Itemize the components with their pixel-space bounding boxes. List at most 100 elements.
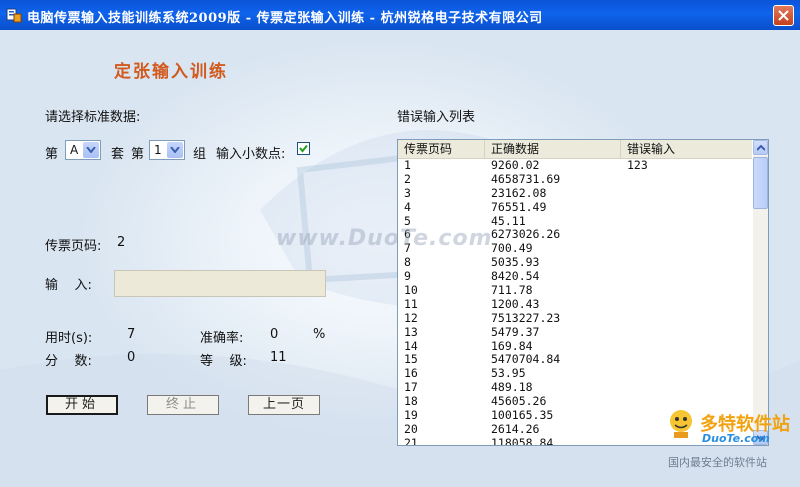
table-row[interactable]: 9 8420.54 xyxy=(398,269,752,284)
cell-page: 3 xyxy=(404,185,411,200)
cell-page: 19 xyxy=(404,408,418,423)
group-suffix-label: 组 xyxy=(193,147,207,162)
scroll-thumb[interactable] xyxy=(753,157,768,209)
time-label: 用时(s): xyxy=(45,331,93,346)
input-label: 输 入: xyxy=(45,278,92,293)
table-row[interactable]: 20 2614.26 xyxy=(398,421,752,437)
error-list-title: 错误输入列表 xyxy=(397,110,476,125)
cell-correct: 7513227.23 xyxy=(491,310,561,325)
table-row[interactable]: 10 711.78 xyxy=(398,283,752,298)
cell-page: 11 xyxy=(404,296,418,311)
mascot-icon xyxy=(670,410,692,438)
cell-correct: 6273026.26 xyxy=(491,227,561,242)
cell-page: 16 xyxy=(404,366,418,381)
cell-correct: 711.78 xyxy=(491,283,533,298)
cell-page: 4 xyxy=(404,199,411,214)
watermark-slogan: 国内最安全的软件站 xyxy=(668,456,767,469)
group-select-value: 1 xyxy=(154,143,162,157)
stop-button[interactable]: 终止 xyxy=(147,395,219,415)
set-select[interactable]: A xyxy=(65,140,101,160)
app-window: 电脑传票输入技能训练系统2009版 - 传票定张输入训练 - 杭州锐格电子技术有… xyxy=(0,0,800,487)
table-row[interactable]: 1 9260.02 123 xyxy=(398,158,752,173)
cell-correct: 5479.37 xyxy=(491,324,540,339)
table-row[interactable]: 12 7513227.23 xyxy=(398,310,752,326)
decimal-checkbox[interactable] xyxy=(297,142,310,155)
watermark-center: www.DuoTe.com xyxy=(276,226,493,251)
prev-page-button[interactable]: 上一页 xyxy=(248,395,320,415)
table-row[interactable]: 13 5479.37 xyxy=(398,324,752,340)
chevron-down-icon xyxy=(86,147,96,153)
cell-correct: 100165.35 xyxy=(491,408,554,423)
cell-page: 18 xyxy=(404,394,418,409)
ticket-page-label: 传票页码: xyxy=(45,239,102,254)
time-value: 7 xyxy=(127,327,136,342)
cell-page: 20 xyxy=(404,421,418,436)
table-row[interactable]: 8 5035.93 xyxy=(398,255,752,270)
table-row[interactable]: 19 100165.35 xyxy=(398,408,752,423)
cell-correct: 45605.26 xyxy=(491,394,547,409)
table-row[interactable]: 14 169.84 xyxy=(398,338,752,354)
cell-correct: 53.95 xyxy=(491,366,526,381)
scroll-up-button[interactable] xyxy=(753,140,768,155)
cell-correct: 5035.93 xyxy=(491,255,540,270)
client-area: 定张输入训练 请选择标准数据: 第 A 套 第 1 组 输入小数点: 传票页码:… xyxy=(0,30,800,487)
table-row[interactable]: 15 5470704.84 xyxy=(398,353,752,367)
cell-page: 13 xyxy=(404,324,418,339)
cell-page: 14 xyxy=(404,338,418,353)
cell-correct: 1200.43 xyxy=(491,296,540,311)
cell-page: 9 xyxy=(404,269,411,284)
table-row[interactable]: 4 76551.49 xyxy=(398,199,752,215)
cell-correct: 5470704.84 xyxy=(491,352,561,367)
decimal-label: 输入小数点: xyxy=(216,147,286,162)
score-value: 0 xyxy=(127,350,136,365)
title-bar[interactable]: 电脑传票输入技能训练系统2009版 - 传票定张输入训练 - 杭州锐格电子技术有… xyxy=(0,0,800,30)
cell-correct: 8420.54 xyxy=(491,269,540,284)
table-row[interactable]: 16 53.95 xyxy=(398,366,752,381)
cell-correct: 45.11 xyxy=(491,213,526,228)
cell-correct: 169.84 xyxy=(491,338,533,353)
cell-correct: 489.18 xyxy=(491,380,533,395)
chevron-up-icon xyxy=(757,145,765,151)
table-row[interactable]: 21 118058.84 xyxy=(398,435,752,446)
column-header-page[interactable]: 传票页码 xyxy=(398,140,485,158)
cell-correct: 118058.84 xyxy=(491,435,554,446)
close-icon xyxy=(778,10,789,21)
training-heading: 定张输入训练 xyxy=(114,62,228,82)
set-select-dropdown-button[interactable] xyxy=(83,142,99,158)
number-input[interactable] xyxy=(114,270,326,297)
select-data-label: 请选择标准数据: xyxy=(45,110,141,125)
table-row[interactable]: 2 4658731.69 xyxy=(398,171,752,187)
cell-page: 1 xyxy=(404,158,411,172)
error-list-header: 传票页码 正确数据 错误输入 xyxy=(398,140,752,159)
column-header-wrong[interactable]: 错误输入 xyxy=(621,140,752,158)
score-label: 分 数: xyxy=(45,354,92,369)
table-row[interactable]: 17 489.18 xyxy=(398,380,752,395)
table-row[interactable]: 18 45605.26 xyxy=(398,394,752,409)
close-button[interactable] xyxy=(773,5,794,26)
set-suffix-label: 套 xyxy=(111,147,125,162)
set-select-value: A xyxy=(70,143,79,157)
group-select-dropdown-button[interactable] xyxy=(167,142,183,158)
cell-page: 15 xyxy=(404,352,418,367)
column-header-correct[interactable]: 正确数据 xyxy=(485,140,621,158)
table-row[interactable]: 3 23162.08 xyxy=(398,185,752,201)
error-list[interactable]: 传票页码 正确数据 错误输入 1 9260.02 123 2 4658731.69 3 23… xyxy=(397,139,769,446)
error-list-scrollbar[interactable] xyxy=(753,140,768,445)
cell-correct: 4658731.69 xyxy=(491,171,561,186)
level-value: 11 xyxy=(270,350,287,365)
cell-page: 12 xyxy=(404,310,418,325)
cell-correct: 2614.26 xyxy=(491,421,540,436)
window-title: 电脑传票输入技能训练系统2009版 - 传票定张输入训练 - 杭州锐格电子技术有… xyxy=(27,11,543,26)
cell-page: 21 xyxy=(404,435,418,446)
accuracy-value: 0 xyxy=(270,327,279,342)
start-button[interactable]: 开始 xyxy=(46,395,118,415)
accuracy-unit: % xyxy=(313,327,326,342)
cell-wrong: 123 xyxy=(627,158,648,172)
group-prefix-label: 第 xyxy=(131,147,145,162)
set-prefix-label: 第 xyxy=(45,147,59,162)
cell-page: 17 xyxy=(404,380,418,395)
table-row[interactable]: 11 1200.43 xyxy=(398,296,752,312)
checkmark-icon xyxy=(299,144,308,153)
group-select[interactable]: 1 xyxy=(149,140,185,160)
accuracy-label: 准确率: xyxy=(200,331,244,346)
